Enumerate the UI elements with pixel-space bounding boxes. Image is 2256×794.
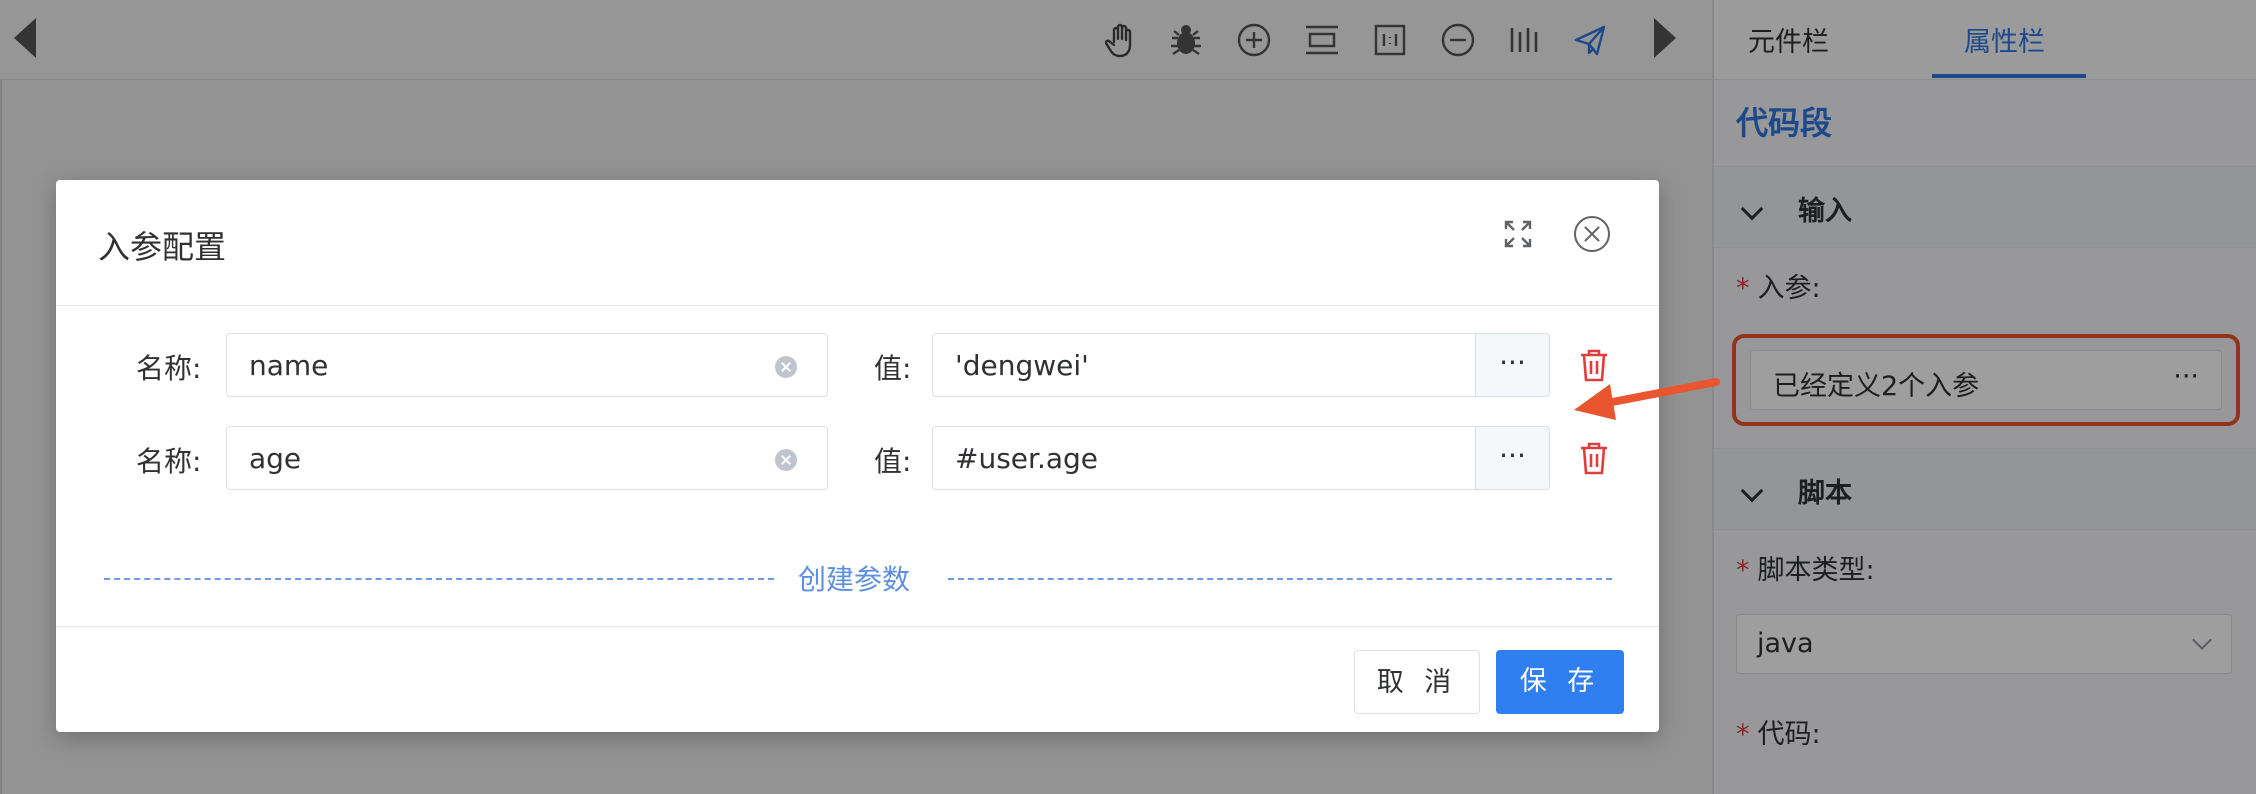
name-label: 名称:: [136, 445, 202, 478]
name-input-value: age: [249, 442, 302, 475]
value-more-button[interactable]: ···: [1476, 426, 1550, 490]
param-row: 名称: name 值: 'dengwei' ···: [56, 333, 1659, 397]
dialog-header-divider: [56, 305, 1659, 306]
dialog-title: 入参配置: [98, 228, 227, 266]
param-row: 名称: age 值: #user.age ···: [56, 426, 1659, 490]
value-label: 值:: [874, 352, 912, 385]
value-more-button[interactable]: ···: [1476, 333, 1550, 397]
annotation-arrow-icon: [1574, 378, 1720, 420]
param-config-dialog: 入参配置 名称: name 值: 'dengwei' ··· 名称: age 值…: [56, 180, 1659, 732]
value-label: 值:: [874, 445, 912, 478]
create-divider-right: [948, 578, 1612, 580]
dialog-footer-divider: [56, 626, 1659, 627]
save-button[interactable]: 保 存: [1496, 650, 1624, 714]
create-divider-left: [104, 578, 774, 580]
value-input-value: #user.age: [955, 442, 1099, 475]
name-input[interactable]: age: [226, 426, 828, 490]
name-input[interactable]: name: [226, 333, 828, 397]
clear-icon[interactable]: [775, 449, 797, 471]
name-label: 名称:: [136, 352, 202, 385]
maximize-icon[interactable]: [1502, 218, 1534, 250]
cancel-button[interactable]: 取 消: [1354, 650, 1480, 714]
value-input-value: 'dengwei': [955, 349, 1089, 382]
clear-icon[interactable]: [775, 356, 797, 378]
name-input-value: name: [249, 349, 329, 382]
value-input[interactable]: 'dengwei': [932, 333, 1476, 397]
close-icon[interactable]: [1574, 216, 1610, 252]
trash-icon[interactable]: [1578, 440, 1610, 476]
create-param-button[interactable]: 创建参数: [798, 558, 910, 598]
value-input[interactable]: #user.age: [932, 426, 1476, 490]
